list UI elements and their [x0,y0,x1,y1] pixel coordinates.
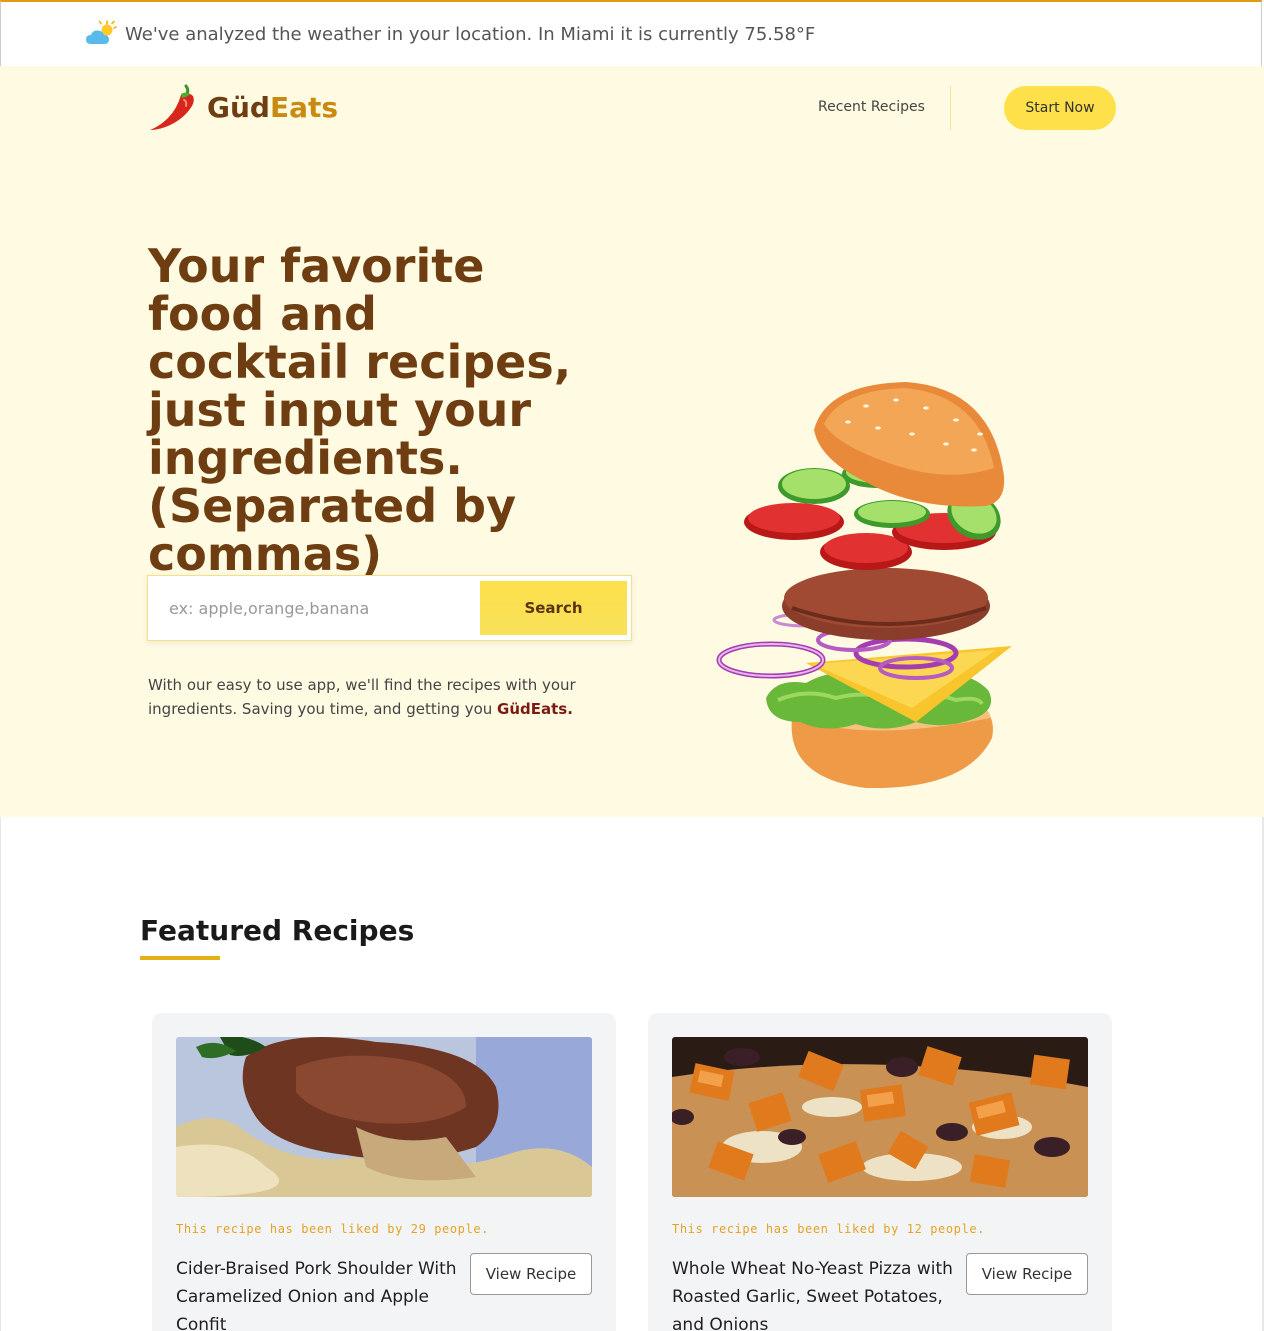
nav-divider [950,86,951,130]
chili-pepper-icon [150,84,194,130]
hero-description: With our easy to use app, we'll find the… [148,673,578,721]
hero-description-brand: GüdEats. [497,700,573,718]
nav-recent-recipes[interactable]: Recent Recipes [818,99,925,115]
ingredients-search-input[interactable] [150,578,478,638]
featured-recipes-title: Featured Recipes [140,914,415,947]
recipe-title: Cider-Braised Pork Shoulder With Caramel… [176,1259,457,1331]
recipe-card: This recipe has been liked by 29 people.… [152,1013,616,1331]
hero-section: GüdEats Recent Recipes Start Now Your fa… [0,66,1264,817]
likes-count: This recipe has been liked by 29 people. [176,1222,489,1236]
brand-name: GüdEats [207,91,338,124]
hero-title: Your favorite food and cocktail recipes,… [148,239,572,581]
brand-logo[interactable]: GüdEats [148,82,338,132]
sweet-potato-pizza-photo[interactable] [672,1037,1088,1197]
partly-cloudy-icon [86,20,117,44]
view-recipe-button[interactable]: View Recipe [470,1253,592,1295]
view-recipe-button[interactable]: View Recipe [966,1253,1088,1295]
search-button[interactable]: Search [480,581,627,635]
likes-count: This recipe has been liked by 12 people. [672,1222,985,1236]
weather-banner: We've analyzed the weather in your locat… [0,0,1262,66]
pork-shoulder-photo[interactable] [176,1037,592,1197]
start-now-button[interactable]: Start Now [1004,86,1116,130]
brand-name-part2: Eats [269,90,339,124]
weather-message: We've analyzed the weather in your locat… [125,23,816,45]
burger-illustration [716,382,1012,788]
search-form: Search [147,575,632,641]
brand-name-part1: Güd [207,90,270,124]
title-underline [140,956,220,960]
recipe-title: Whole Wheat No-Yeast Pizza with Roasted … [672,1259,953,1331]
recipe-card: This recipe has been liked by 12 people.… [648,1013,1112,1331]
